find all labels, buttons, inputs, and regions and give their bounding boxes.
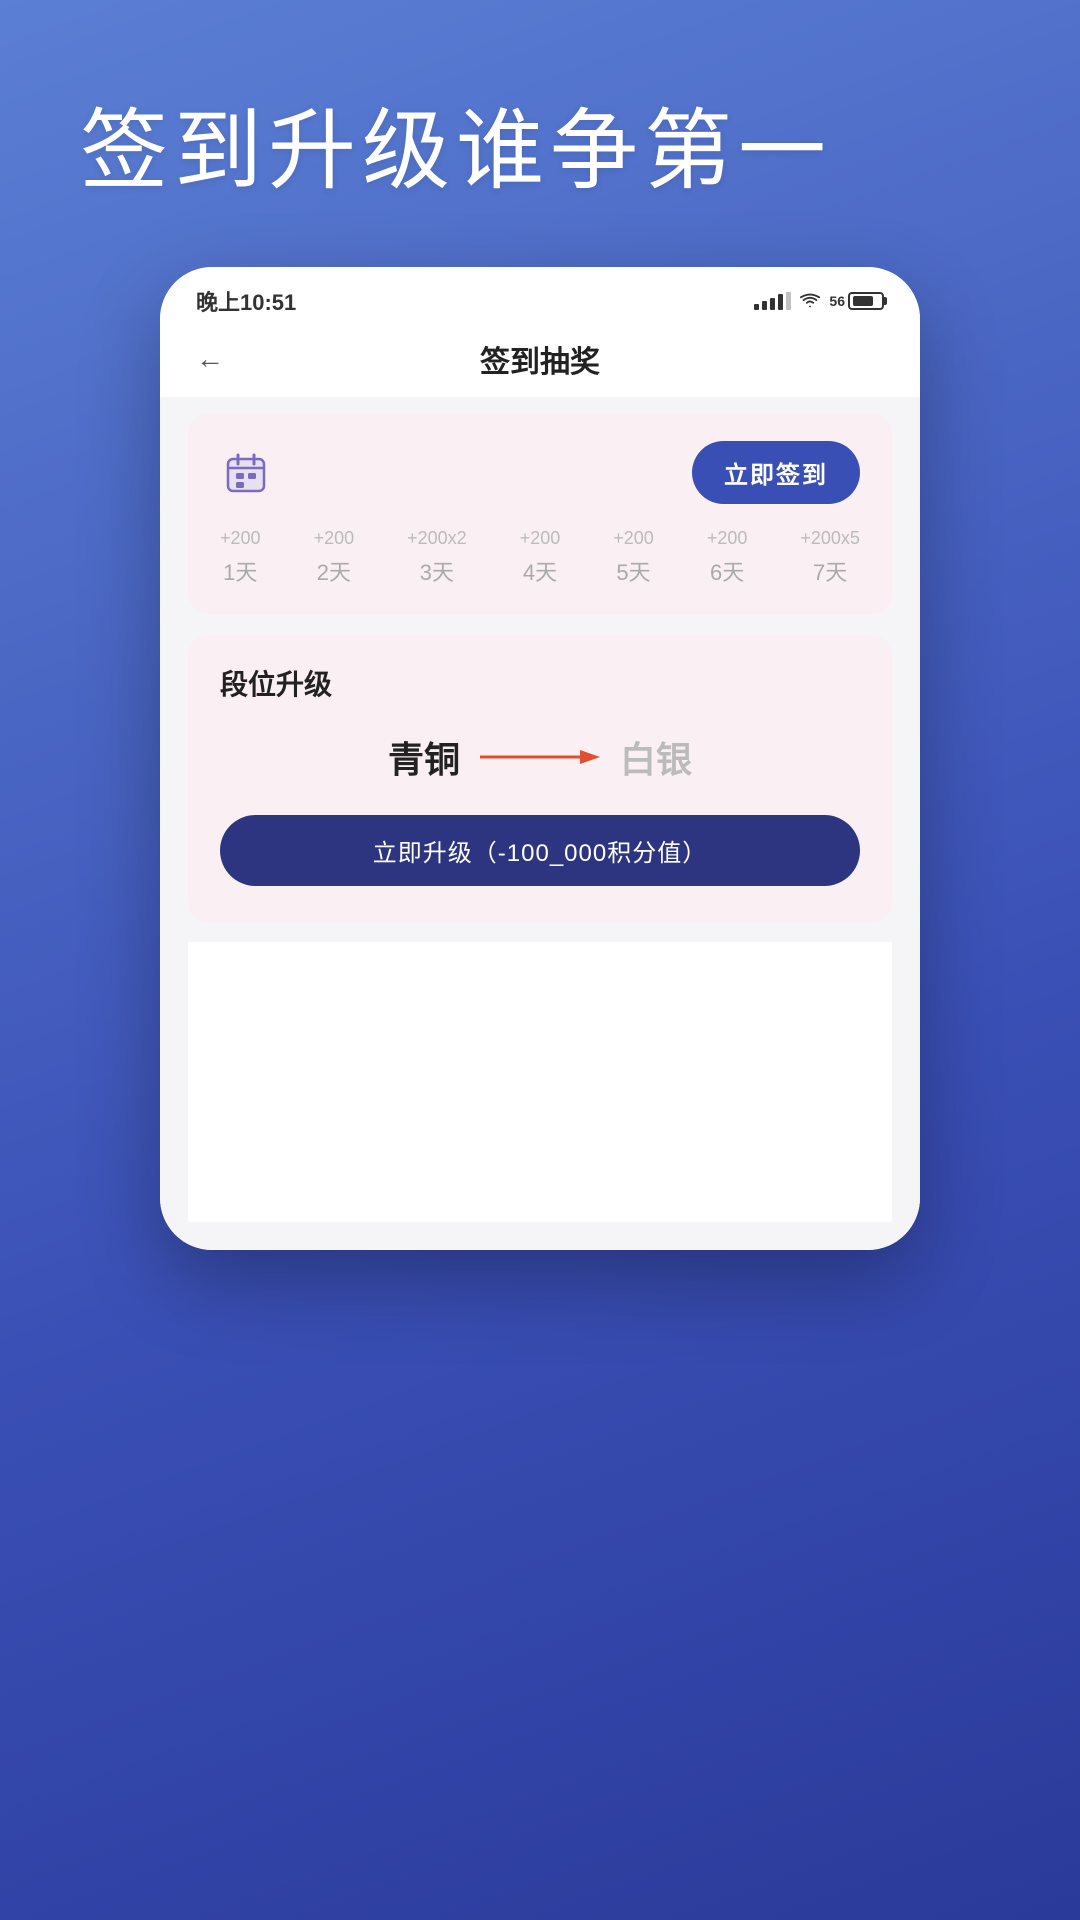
day-5-label: 5天 xyxy=(616,555,650,587)
battery-icon xyxy=(848,292,884,310)
upgrade-button[interactable]: 立即升级（-100_000积分值） xyxy=(220,815,860,886)
status-time: 晚上10:51 xyxy=(196,285,296,317)
rank-levels: 青铜 白银 xyxy=(220,731,860,783)
day-7-label: 7天 xyxy=(813,555,847,587)
battery-indicator: 56 xyxy=(829,292,884,310)
day-6-label: 6天 xyxy=(710,555,744,587)
back-button[interactable]: ← xyxy=(196,343,224,375)
rank-card-title: 段位升级 xyxy=(220,663,860,703)
day-2-label: 2天 xyxy=(317,555,351,587)
phone-frame: 晚上10:51 56 xyxy=(160,267,920,1250)
status-bar: 晚上10:51 56 xyxy=(160,267,920,327)
day-7-bonus: +200x5 xyxy=(800,528,860,549)
rank-card: 段位升级 青铜 白银 立即升级（-100_000积分值） xyxy=(188,635,892,922)
day-item-1: +200 1天 xyxy=(220,528,261,587)
day-6-bonus: +200 xyxy=(707,528,748,549)
signal-icon xyxy=(754,292,791,310)
day-3-bonus: +200x2 xyxy=(407,528,467,549)
wifi-icon xyxy=(799,292,821,310)
rank-from: 青铜 xyxy=(388,731,460,783)
day-item-2: +200 2天 xyxy=(314,528,355,587)
day-2-bonus: +200 xyxy=(314,528,355,549)
day-4-bonus: +200 xyxy=(520,528,561,549)
day-item-6: +200 6天 xyxy=(707,528,748,587)
signin-button[interactable]: 立即签到 xyxy=(692,441,860,504)
signin-header: 立即签到 xyxy=(220,441,860,504)
day-4-label: 4天 xyxy=(523,555,557,587)
bottom-white-area xyxy=(188,942,892,1222)
day-item-5: +200 5天 xyxy=(613,528,654,587)
day-1-label: 1天 xyxy=(223,555,257,587)
page-title: 签到抽奖 xyxy=(480,337,600,381)
content-area: 立即签到 +200 1天 +200 2天 +200x2 3天 +200 xyxy=(160,397,920,1250)
status-icons: 56 xyxy=(754,292,884,310)
day-item-7: +200x5 7天 xyxy=(800,528,860,587)
calendar-icon xyxy=(220,447,272,499)
rank-to: 白银 xyxy=(620,731,692,783)
nav-bar: ← 签到抽奖 xyxy=(160,327,920,397)
day-3-label: 3天 xyxy=(420,555,454,587)
rank-arrow xyxy=(480,745,600,769)
signin-card: 立即签到 +200 1天 +200 2天 +200x2 3天 +200 xyxy=(188,413,892,615)
day-1-bonus: +200 xyxy=(220,528,261,549)
day-item-4: +200 4天 xyxy=(520,528,561,587)
day-item-3: +200x2 3天 xyxy=(407,528,467,587)
hero-title: 签到升级谁争第一 xyxy=(80,80,832,207)
day-5-bonus: +200 xyxy=(613,528,654,549)
battery-level: 56 xyxy=(829,293,845,309)
days-row: +200 1天 +200 2天 +200x2 3天 +200 4天 +200 xyxy=(220,528,860,587)
